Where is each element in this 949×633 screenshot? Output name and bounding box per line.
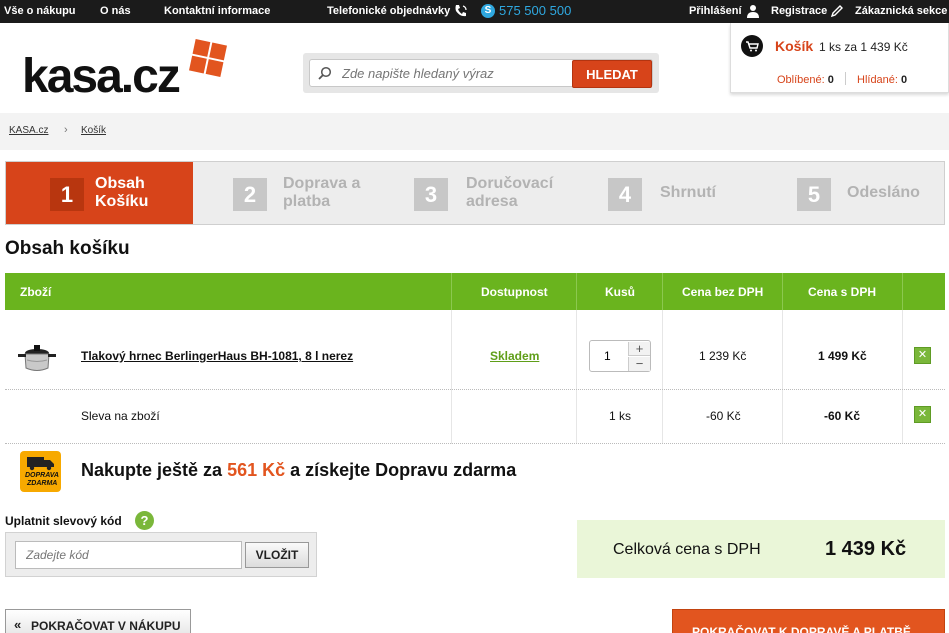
- help-icon[interactable]: ?: [135, 511, 154, 530]
- step-delivery-address[interactable]: 3 Doručovací adresa: [383, 162, 573, 224]
- cart-title[interactable]: Košík: [775, 38, 813, 54]
- coupon-form: VLOŽIT: [5, 532, 317, 577]
- total-label: Celková cena s DPH: [613, 541, 761, 558]
- favorites-count: 0: [827, 74, 834, 86]
- divider: [902, 273, 903, 310]
- customer-section-link[interactable]: Zákaznická sekce: [855, 5, 947, 17]
- step-label: Shrnutí: [660, 184, 716, 201]
- step-number: 3: [414, 178, 448, 211]
- total-value: 1 439 Kč: [825, 538, 907, 560]
- step-summary[interactable]: 4 Shrnutí: [573, 162, 758, 224]
- breadcrumb-separator: ›: [64, 124, 68, 136]
- register-link[interactable]: Registrace: [771, 5, 827, 17]
- col-header-quantity: Kusů: [605, 285, 635, 299]
- col-header-availability: Dostupnost: [481, 285, 548, 299]
- col-header-product: Zboží: [20, 285, 52, 299]
- continue-shopping-button[interactable]: « POKRAČOVAT V NÁKUPU: [5, 609, 191, 633]
- search-icon: [318, 66, 332, 80]
- step-label: Doručovací adresa: [466, 175, 554, 210]
- watched-link[interactable]: Hlídané: 0: [857, 74, 907, 86]
- breadcrumb-cart[interactable]: Košík: [81, 125, 106, 136]
- step-number: 4: [608, 178, 642, 211]
- cart-table-header: Zboží Dostupnost Kusů Cena bez DPH Cena …: [5, 273, 945, 310]
- coupon-label: Uplatnit slevový kód: [5, 514, 122, 528]
- user-icon: [747, 5, 759, 18]
- remove-item-button[interactable]: ✕: [914, 347, 931, 364]
- discount-price-vat: -60 Kč: [824, 409, 861, 423]
- top-bar: Vše o nákupu O nás Kontaktní informace T…: [0, 0, 949, 23]
- pencil-icon: [830, 5, 843, 18]
- divider: [451, 273, 452, 310]
- discount-name: Sleva na zboží: [81, 409, 160, 423]
- breadcrumb-home[interactable]: KASA.cz: [9, 125, 48, 136]
- divider: [782, 273, 783, 310]
- quantity-input[interactable]: [604, 349, 624, 363]
- divider: [576, 273, 577, 310]
- step-shipping-payment[interactable]: 2 Doprava a platba: [193, 162, 383, 224]
- checkout-steps: 1 Obsah Košíku 2 Doprava a platba 3 Doručo…: [5, 161, 945, 225]
- remove-discount-button[interactable]: ✕: [914, 406, 931, 423]
- cart-icon: [741, 35, 763, 57]
- quantity-increase-button[interactable]: +: [628, 342, 650, 356]
- step-sent[interactable]: 5 Odesláno: [758, 162, 944, 224]
- divider: [662, 273, 663, 310]
- phone-label: Telefonické objednávky: [327, 5, 451, 17]
- discount-price-no-vat: -60 Kč: [706, 409, 741, 423]
- total-price-box: Celková cena s DPH 1 439 Kč: [577, 520, 945, 578]
- step-number: 5: [797, 178, 831, 211]
- quantity-decrease-button[interactable]: −: [628, 357, 650, 371]
- col-header-price-no-vat: Cena bez DPH: [682, 285, 764, 299]
- quantity-stepper: + −: [589, 340, 651, 372]
- watched-count: 0: [901, 74, 908, 86]
- watched-label: Hlídané:: [857, 74, 898, 86]
- step-cart-contents[interactable]: 1 Obsah Košíku: [6, 162, 193, 224]
- divider: [845, 72, 846, 85]
- logo[interactable]: kasa.cz: [22, 53, 181, 101]
- breadcrumb: KASA.cz › Košík: [0, 113, 949, 150]
- discount-quantity: 1 ks: [609, 409, 632, 423]
- link-about-shopping[interactable]: Vše o nákupu: [4, 5, 76, 17]
- search-input[interactable]: [342, 66, 572, 81]
- login-link[interactable]: Přihlášení: [689, 5, 742, 17]
- product-image[interactable]: [17, 342, 57, 376]
- coupon-input[interactable]: [15, 541, 242, 569]
- step-label: Odesláno: [847, 184, 920, 201]
- free-shipping-icon: DOPRAVA ZDARMA: [20, 451, 61, 492]
- free-shipping-icon-text: ZDARMA: [27, 480, 58, 487]
- continue-to-shipping-button[interactable]: POKRAČOVAT K DOPRAVĚ A PLATBĚ: [672, 609, 945, 633]
- double-left-arrow-icon: «: [14, 617, 22, 632]
- link-about-us[interactable]: O nás: [100, 5, 131, 17]
- price-no-vat: 1 239 Kč: [699, 349, 747, 363]
- skype-icon: S: [481, 4, 495, 18]
- step-number: 1: [50, 178, 84, 211]
- button-label: POKRAČOVAT K DOPRAVĚ A PLATBĚ: [692, 625, 911, 633]
- step-label: Doprava a platba: [283, 175, 361, 210]
- cart-summary[interactable]: Košík 1 ks za 1 439 Kč Oblíbené: 0 Hlída…: [730, 23, 949, 93]
- remaining-amount: 561 Kč: [227, 460, 286, 480]
- free-shipping-icon-text: DOPRAVA: [25, 472, 59, 479]
- page-title: Obsah košíku: [5, 238, 130, 259]
- button-label: POKRAČOVAT V NÁKUPU: [31, 619, 181, 633]
- phone-icon: [455, 5, 467, 17]
- link-contact[interactable]: Kontaktní informace: [164, 5, 270, 17]
- cart-info: 1 ks za 1 439 Kč: [819, 40, 908, 54]
- availability-link[interactable]: Skladem: [490, 349, 539, 363]
- price-vat: 1 499 Kč: [818, 349, 867, 363]
- phone-number[interactable]: 575 500 500: [499, 3, 571, 18]
- favorites-label: Oblíbené:: [777, 74, 825, 86]
- apply-coupon-button[interactable]: VLOŽIT: [245, 542, 309, 568]
- col-header-price-vat: Cena s DPH: [808, 285, 877, 299]
- product-name-link[interactable]: Tlakový hrnec BerlingerHaus BH-1081, 8 l…: [81, 349, 353, 363]
- favorites-link[interactable]: Oblíbené: 0: [777, 74, 834, 86]
- step-label: Obsah Košíku: [95, 175, 149, 210]
- search-button[interactable]: HLEDAT: [572, 60, 652, 88]
- step-number: 2: [233, 178, 267, 211]
- free-shipping-message: Nakupte ještě za 561 Kč a získejte Dopra…: [81, 460, 517, 480]
- logo-mark-icon: [189, 39, 227, 77]
